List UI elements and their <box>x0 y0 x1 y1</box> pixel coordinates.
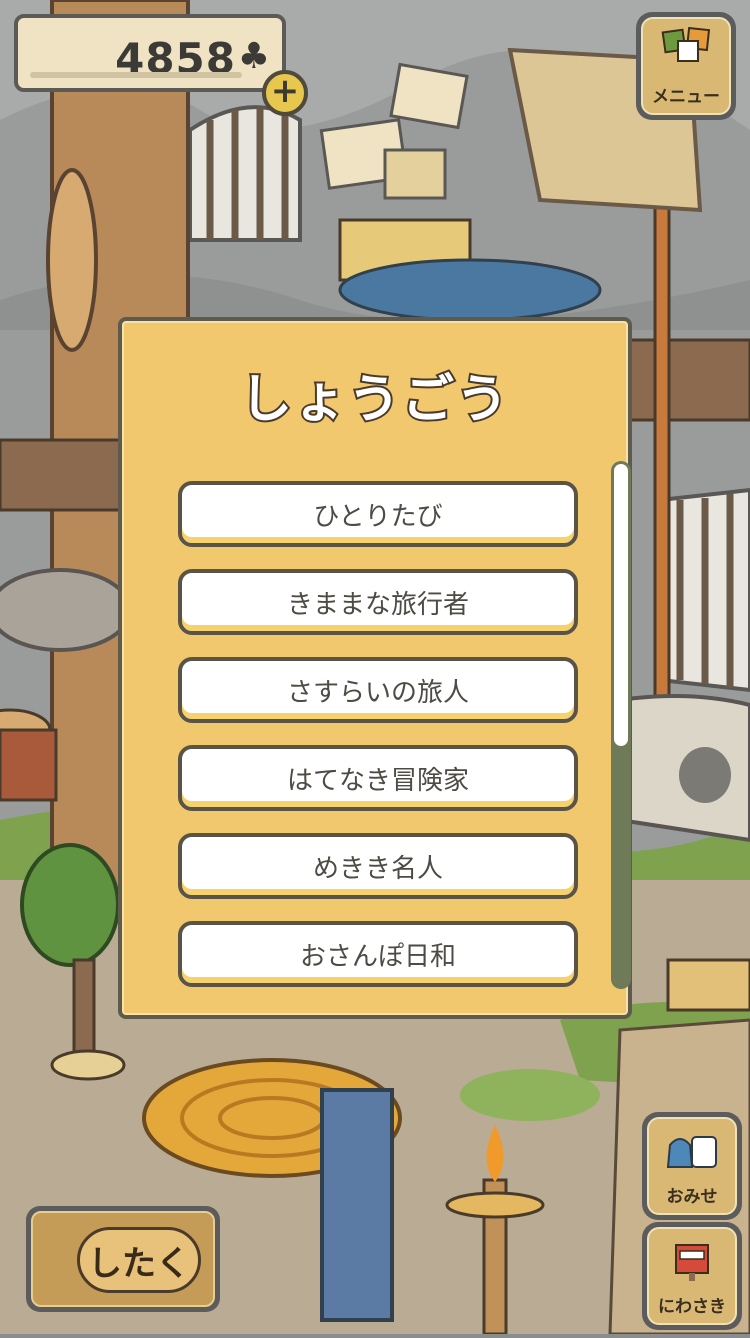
shop-button-face: おみせ <box>647 1117 737 1215</box>
garden-button[interactable]: にわさき <box>642 1222 742 1330</box>
garden-button-face: にわさき <box>647 1227 737 1325</box>
menu-squares-icon <box>661 27 711 62</box>
add-clover-button[interactable]: + <box>262 70 308 116</box>
scrollbar-thumb[interactable] <box>614 464 628 746</box>
title-item[interactable]: ひとりたび <box>178 481 578 547</box>
prep-button[interactable]: したく <box>26 1206 220 1312</box>
menu-button-label: メニュー <box>652 87 720 107</box>
shop-button-label: おみせ <box>666 1187 718 1207</box>
title-item[interactable]: おさんぽ日和 <box>178 921 578 987</box>
garden-button-label: にわさき <box>658 1297 726 1317</box>
prep-button-label: したく <box>77 1227 201 1293</box>
shop-button[interactable]: おみせ <box>642 1112 742 1220</box>
menu-button-face: メニュー <box>641 17 731 115</box>
prep-button-face: したく <box>31 1211 215 1307</box>
title-list[interactable]: ひとりたび きままな旅行者 さすらいの旅人 はてなき冒険家 めきき名人 おさんぽ… <box>178 481 578 989</box>
counter-bar <box>30 72 242 78</box>
garden-mailbox-icon <box>675 1244 709 1281</box>
title-item[interactable]: きままな旅行者 <box>178 569 578 635</box>
clover-icon: ♣ <box>237 36 270 77</box>
shop-bag-icon <box>666 1136 717 1168</box>
title-item[interactable]: めきき名人 <box>178 833 578 899</box>
title-selection-dialog: しょうごう ひとりたび きままな旅行者 さすらいの旅人 はてなき冒険家 めきき名… <box>118 317 632 1019</box>
title-item[interactable]: さすらいの旅人 <box>178 657 578 723</box>
title-item[interactable]: はてなき冒険家 <box>178 745 578 811</box>
menu-button[interactable]: メニュー <box>636 12 736 120</box>
clover-counter: 4858 ♣ <box>14 14 286 92</box>
dialog-title: しょうごう <box>238 368 510 432</box>
